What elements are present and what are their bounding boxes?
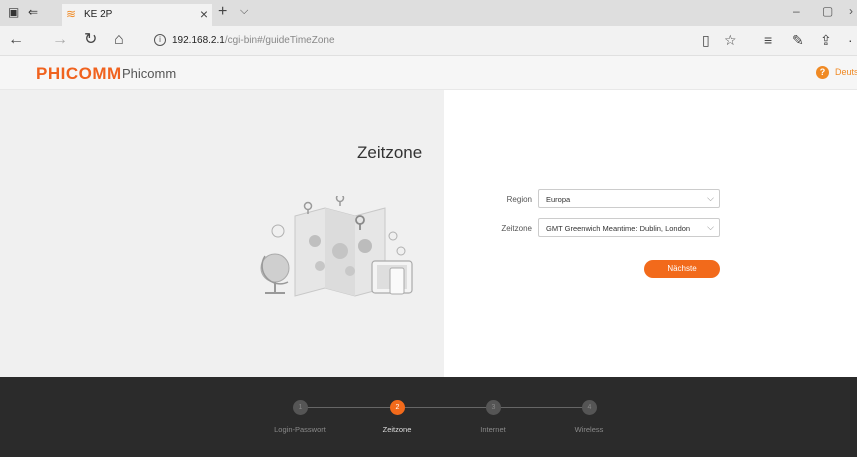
url-host: 192.168.2.1 [172, 35, 225, 46]
timezone-label: Zeitzone [501, 224, 532, 233]
home-icon[interactable]: ⌂ [114, 32, 124, 48]
right-panel: Region Europa ⌵ Zeitzone GMT Greenwich M… [444, 90, 857, 377]
phicomm-logo: PHICOMM [36, 64, 122, 83]
browser-tab-bar: ▣ ⇐ ≋ KE 2P × + ⌵ – ▢ › [0, 0, 857, 26]
brand-name: Phicomm [122, 66, 177, 81]
step-4-dot: 4 [582, 400, 597, 415]
tab-preview-icon[interactable]: ▣ [8, 6, 21, 19]
step-2-label: Zeitzone [382, 425, 412, 434]
help-icon: ? [816, 66, 829, 79]
reading-view-icon[interactable]: ▯ [702, 32, 710, 49]
set-aside-tabs-icon[interactable]: ⇐ [28, 6, 41, 19]
minimize-icon[interactable]: – [793, 4, 800, 18]
region-value: Europa [546, 195, 571, 204]
chevron-down-icon: ⌵ [707, 222, 714, 232]
region-label: Region [506, 195, 532, 204]
step-1-dot: 1 [293, 400, 308, 415]
page-title: Zeitzone [357, 143, 423, 162]
world-map-illustration [260, 196, 413, 297]
site-header: PHICOMM Phicomm ? Deutsc [0, 56, 857, 90]
step-1-label: Login-Passwort [274, 425, 326, 434]
url-path: /cgi-bin#/guideTimeZone [224, 35, 335, 46]
favorite-star-icon[interactable]: ☆ [724, 32, 737, 49]
left-panel: Zeitzone [0, 90, 444, 377]
address-bar-row: ← → ↻ ⌂ i 192.168.2.1/cgi-bin#/guideTime… [0, 26, 857, 56]
close-window-icon[interactable]: › [849, 4, 853, 18]
step-2-dot: 2 [390, 400, 405, 415]
refresh-icon[interactable]: ↻ [84, 32, 97, 48]
url-field[interactable]: i 192.168.2.1/cgi-bin#/guideTimeZone [148, 31, 748, 51]
step-3-label: Internet [480, 425, 506, 434]
back-icon[interactable]: ← [8, 32, 24, 48]
pen-icon[interactable]: ✎ [792, 32, 804, 49]
setup-steps-footer: 1 2 3 4 Login-Passwort Zeitzone Internet… [0, 377, 857, 457]
restore-icon[interactable]: ▢ [822, 4, 833, 18]
forward-icon[interactable]: → [52, 32, 68, 48]
url-text: 192.168.2.1/cgi-bin#/guideTimeZone [172, 35, 335, 46]
info-icon[interactable]: i [154, 34, 166, 46]
language-label: Deutsc [835, 67, 857, 77]
steps-connector-line [307, 407, 589, 408]
browser-tab[interactable]: ≋ KE 2P × [62, 4, 212, 26]
region-select[interactable]: Europa ⌵ [538, 189, 720, 208]
next-button[interactable]: Nächste [644, 260, 720, 278]
wifi-icon: ≋ [66, 7, 77, 21]
share-icon[interactable]: ⇪ [820, 32, 832, 49]
timezone-select[interactable]: GMT Greenwich Meantime: Dublin, London ⌵ [538, 218, 720, 237]
step-4-label: Wireless [574, 425, 604, 434]
chevron-down-icon[interactable]: ⌵ [240, 5, 248, 18]
chevron-down-icon: ⌵ [707, 193, 714, 203]
new-tab-icon[interactable]: + [218, 3, 227, 21]
favorites-list-icon[interactable]: ≡ [764, 32, 772, 48]
timezone-value: GMT Greenwich Meantime: Dublin, London [546, 224, 691, 233]
tab-title: KE 2P [84, 9, 113, 20]
step-3-dot: 3 [486, 400, 501, 415]
more-icon[interactable]: · [848, 32, 853, 48]
close-tab-icon[interactable]: × [200, 6, 208, 22]
